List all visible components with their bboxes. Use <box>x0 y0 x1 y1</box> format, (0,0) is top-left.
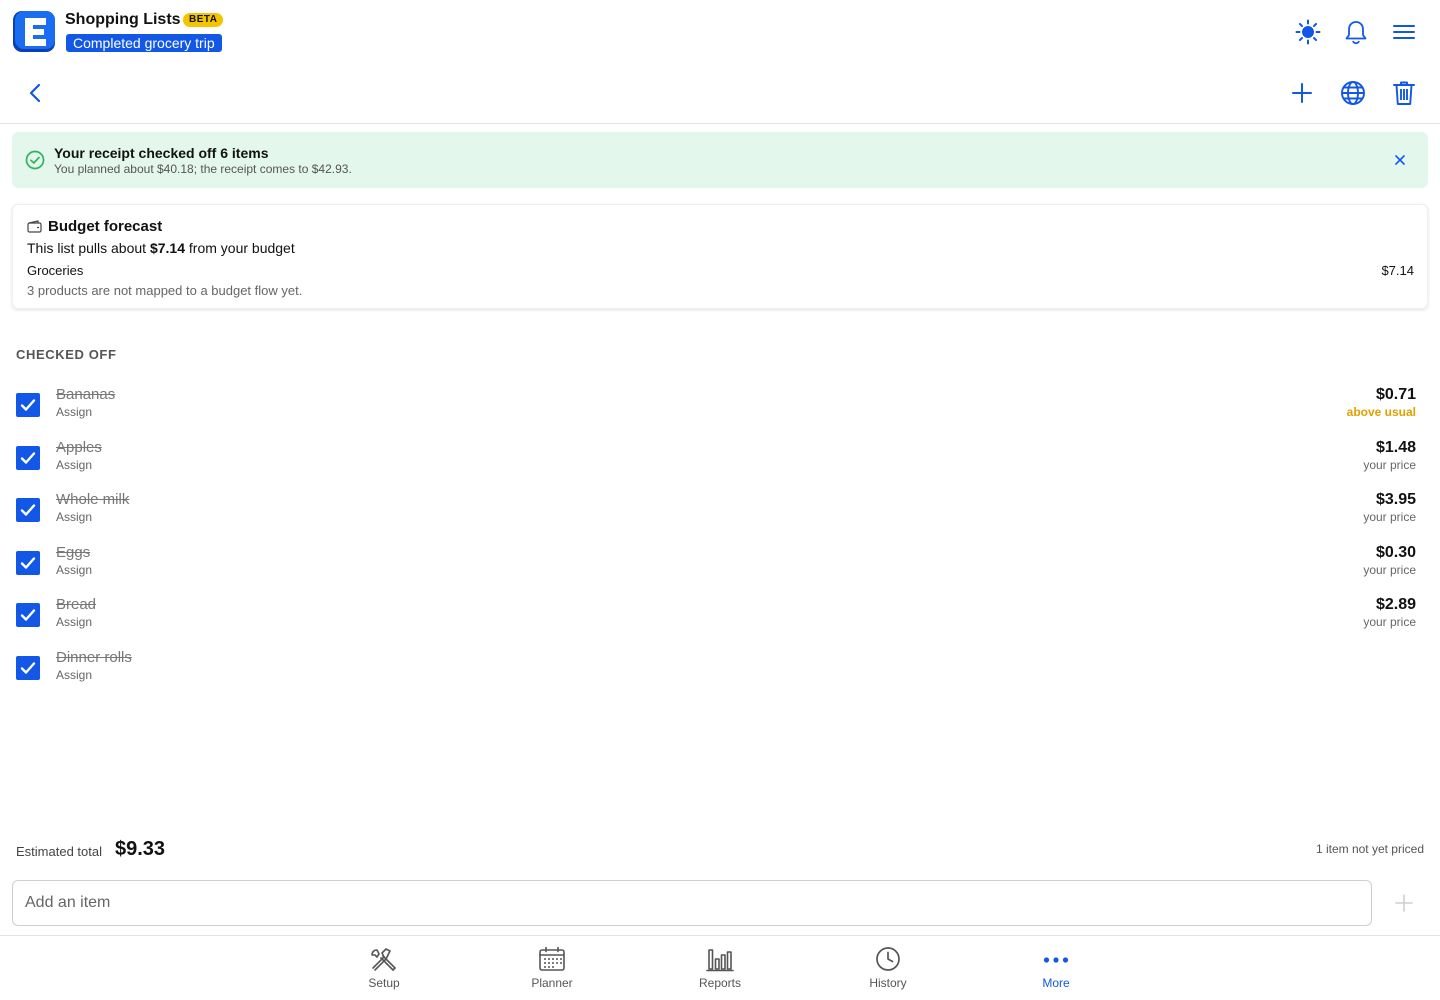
budget-category-amount: $7.14 <box>1381 263 1414 278</box>
item-checkbox[interactable] <box>16 393 40 417</box>
item-name: Bananas <box>56 386 116 403</box>
menu-icon[interactable] <box>1390 18 1418 46</box>
item-name: Whole milk <box>56 491 130 508</box>
check-circle-icon <box>25 150 45 170</box>
list-item: Bananas Assign $0.71 above usual <box>0 386 1440 430</box>
section-heading: CHECKED OFF <box>16 347 117 362</box>
clock-icon <box>876 947 900 971</box>
item-checkbox[interactable] <box>16 446 40 470</box>
budget-title: Budget forecast <box>48 218 163 235</box>
assign-link[interactable]: Assign <box>56 615 92 629</box>
add-item-plus-icon[interactable] <box>1392 891 1416 915</box>
price-note: your price <box>1363 615 1416 629</box>
item-price: $2.89 <box>1375 596 1416 613</box>
assign-link[interactable]: Assign <box>56 405 92 419</box>
checkmark-icon <box>20 609 36 621</box>
estimated-total-label: Estimated total <box>16 844 102 859</box>
nav-history[interactable]: History <box>838 946 938 996</box>
more-dots-icon <box>1043 957 1069 963</box>
item-checkbox[interactable] <box>16 551 40 575</box>
back-icon[interactable] <box>21 78 51 108</box>
checkmark-icon <box>20 504 36 516</box>
budget-category: Groceries <box>27 263 84 278</box>
plus-icon[interactable] <box>1287 78 1317 108</box>
checkmark-icon <box>20 557 36 569</box>
nav-label: History <box>869 976 907 990</box>
list-item: Eggs Assign $0.30 your price <box>0 544 1440 588</box>
alert-description: You planned about $40.18; the receipt co… <box>54 162 352 176</box>
tools-icon <box>371 948 396 971</box>
list-item: Apples Assign $1.48 your price <box>0 439 1440 483</box>
item-checkbox[interactable] <box>16 656 40 680</box>
nav-planner[interactable]: Planner <box>502 946 602 996</box>
trash-icon[interactable] <box>1389 78 1419 108</box>
price-note: above usual <box>1346 405 1416 419</box>
list-subtitle: Completed grocery trip <box>66 34 222 52</box>
nav-label: Planner <box>531 976 573 990</box>
nav-more[interactable]: More <box>1006 946 1106 996</box>
assign-link[interactable]: Assign <box>56 458 92 472</box>
item-price: $3.95 <box>1375 491 1416 508</box>
checkmark-icon <box>20 662 36 674</box>
list-item: Bread Assign $2.89 your price <box>0 596 1440 640</box>
price-note: your price <box>1363 458 1416 472</box>
budget-line-prefix: This list pulls about <box>27 240 147 256</box>
beta-badge: BETA <box>183 13 224 27</box>
checkmark-icon <box>20 399 36 411</box>
app-title: Shopping Lists <box>65 11 181 28</box>
list-item: Dinner rolls Assign <box>0 649 1440 693</box>
nav-label: Reports <box>698 976 742 990</box>
alert-title: Your receipt checked off 6 items <box>54 145 269 161</box>
assign-link[interactable]: Assign <box>56 563 92 577</box>
budget-forecast-card: Budget forecast This list pulls about $7… <box>12 204 1428 309</box>
budget-summary: This list pulls about $7.14 from your bu… <box>27 240 295 256</box>
estimated-total-value: $9.33 <box>115 838 166 860</box>
item-price: $0.71 <box>1375 386 1416 403</box>
bell-icon[interactable] <box>1342 18 1370 46</box>
budget-line-amount: $7.14 <box>149 240 185 256</box>
price-note: your price <box>1363 510 1416 524</box>
nav-label: Setup <box>368 976 400 990</box>
checkmark-icon <box>20 452 36 464</box>
item-name: Apples <box>56 439 102 456</box>
item-checkbox[interactable] <box>16 498 40 522</box>
price-note: your price <box>1363 563 1416 577</box>
budget-note: 3 products are not mapped to a budget fl… <box>27 283 303 298</box>
globe-icon[interactable] <box>1338 78 1368 108</box>
item-price: $1.48 <box>1375 439 1416 456</box>
item-price: $0.30 <box>1375 544 1416 561</box>
item-name: Dinner rolls <box>56 649 132 666</box>
sun-icon[interactable] <box>1294 18 1322 46</box>
nav-reports[interactable]: Reports <box>670 946 770 996</box>
item-checkbox[interactable] <box>16 603 40 627</box>
calendar-icon <box>539 946 565 971</box>
app-logo <box>13 11 55 52</box>
wallet-icon <box>27 220 42 233</box>
assign-link[interactable]: Assign <box>56 510 92 524</box>
item-name: Eggs <box>56 544 91 561</box>
list-item: Whole milk Assign $3.95 your price <box>0 491 1440 535</box>
close-icon[interactable] <box>1390 150 1410 170</box>
budget-line-suffix: from your budget <box>188 240 295 256</box>
bottom-navigation: Setup Planner Reports History More <box>0 935 1440 1000</box>
top-bar: Shopping Lists BETA Completed grocery tr… <box>0 0 1440 64</box>
nav-label: More <box>1042 976 1070 990</box>
receipt-alert: Your receipt checked off 6 items You pla… <box>12 132 1428 188</box>
item-name: Bread <box>56 596 97 613</box>
nav-setup[interactable]: Setup <box>334 946 434 996</box>
add-item-input[interactable] <box>12 880 1372 926</box>
bar-chart-icon <box>706 949 734 972</box>
unpriced-count: 1 item not yet priced <box>1315 842 1424 856</box>
list-toolbar <box>0 66 1440 124</box>
assign-link[interactable]: Assign <box>56 668 92 682</box>
